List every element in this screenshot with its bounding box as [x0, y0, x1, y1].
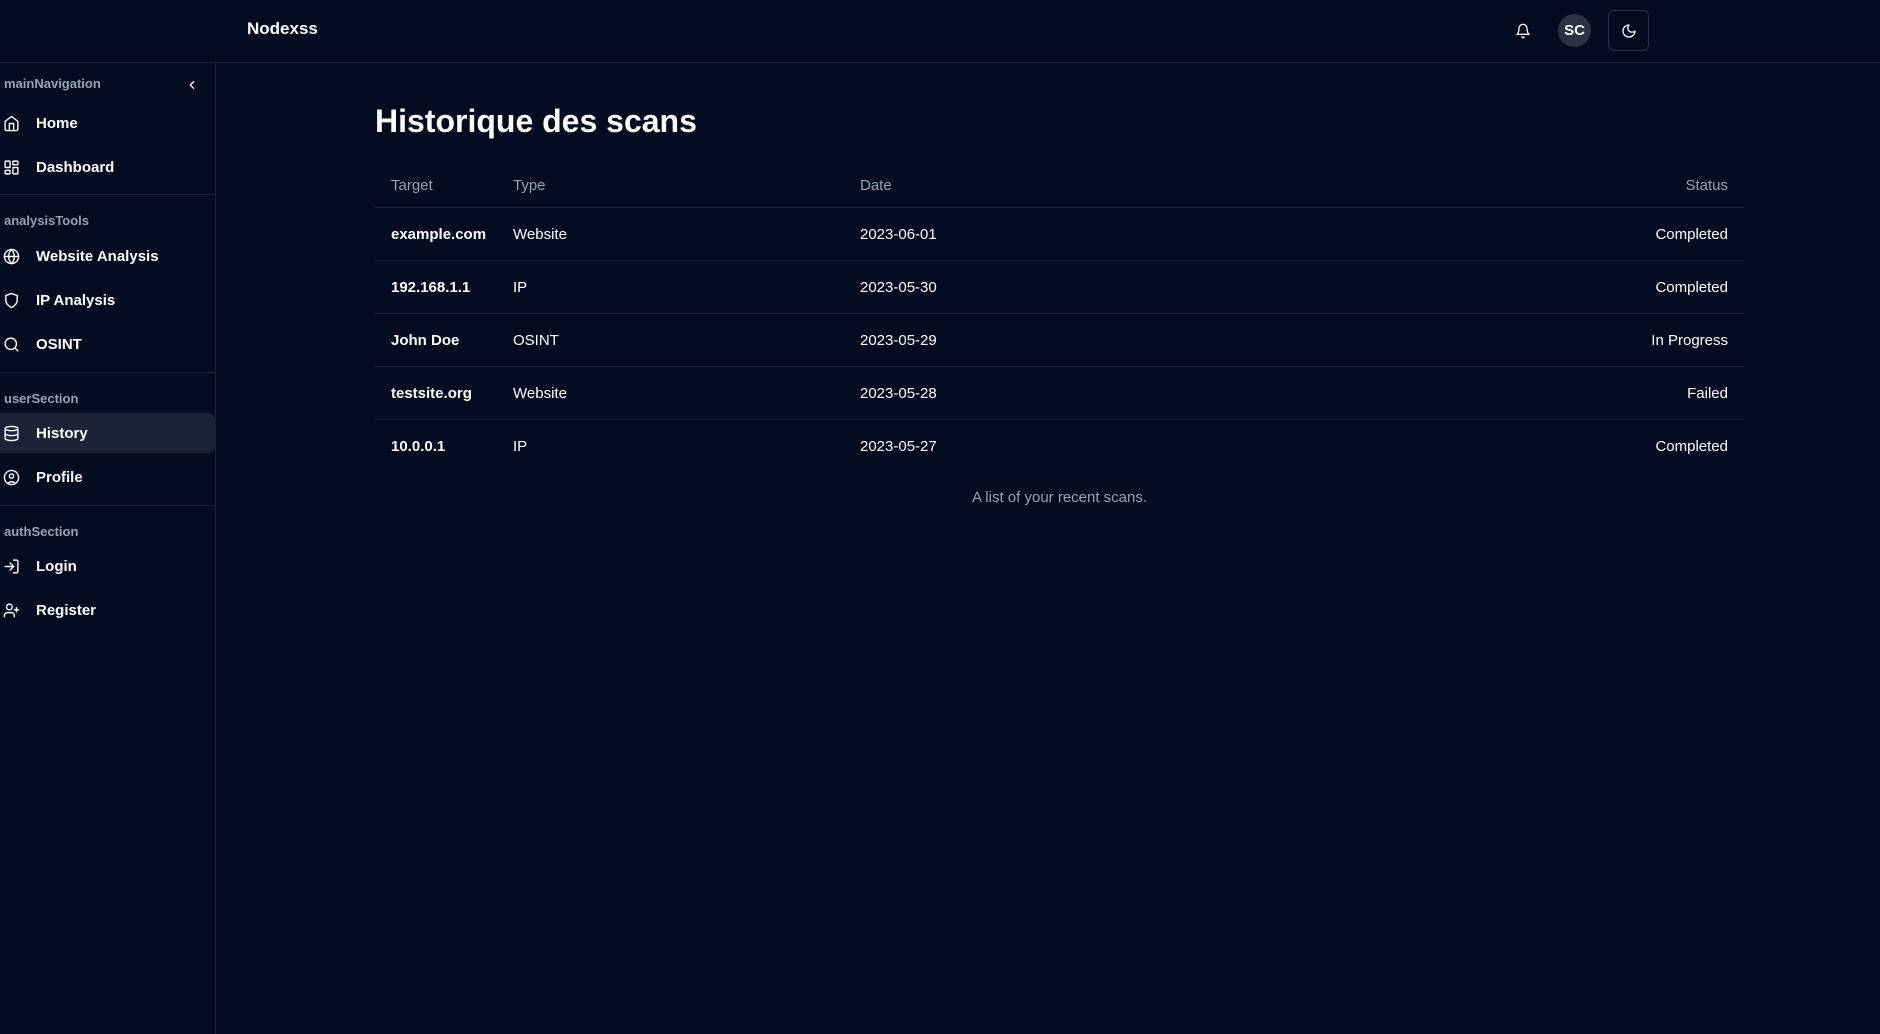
cell-status: Completed: [1655, 226, 1728, 243]
cell-type: Website: [513, 385, 567, 402]
cell-target: testsite.org: [391, 385, 472, 402]
cell-status: Completed: [1655, 438, 1728, 455]
theme-toggle-button[interactable]: [1608, 10, 1649, 51]
table-header-row: Target Type Date Status: [375, 162, 1744, 208]
cell-date: 2023-05-28: [860, 385, 937, 402]
cell-type: Website: [513, 226, 567, 243]
bell-icon: [1515, 23, 1531, 39]
collapse-sidebar-button[interactable]: [180, 73, 204, 97]
column-header-date: Date: [860, 177, 892, 194]
sidebar-item-label: Dashboard: [36, 158, 115, 176]
cell-target: 192.168.1.1: [391, 279, 471, 296]
column-header-target: Target: [391, 177, 433, 194]
sidebar-item-label: Website Analysis: [36, 247, 159, 265]
sidebar-item-label: Home: [36, 114, 78, 132]
sidebar-item-label: History: [36, 424, 88, 442]
section-title-analysis-tools: analysisTools: [4, 213, 90, 228]
avatar[interactable]: SC: [1558, 14, 1591, 47]
column-header-status: Status: [1685, 177, 1728, 194]
sidebar-item-home[interactable]: Home: [0, 103, 215, 143]
sidebar-divider: [0, 194, 215, 195]
sidebar-item-register[interactable]: Register: [0, 590, 215, 630]
home-icon: [3, 115, 21, 133]
cell-date: 2023-06-01: [860, 226, 937, 243]
sidebar-item-osint[interactable]: OSINT: [0, 324, 215, 364]
sidebar-item-dashboard[interactable]: Dashboard: [0, 147, 215, 187]
search-icon: [3, 336, 21, 354]
sidebar-item-profile[interactable]: Profile: [0, 457, 215, 497]
table-row[interactable]: 10.0.0.1 IP 2023-05-27 Completed: [375, 420, 1744, 473]
table-row[interactable]: 192.168.1.1 IP 2023-05-30 Completed: [375, 261, 1744, 314]
cell-date: 2023-05-27: [860, 438, 937, 455]
login-icon: [3, 558, 21, 576]
cell-date: 2023-05-29: [860, 332, 937, 349]
cell-target: example.com: [391, 226, 487, 243]
sidebar-item-label: Login: [36, 557, 77, 575]
sidebar-item-ip-analysis[interactable]: IP Analysis: [0, 280, 215, 320]
dashboard-icon: [3, 159, 21, 177]
cell-type: IP: [513, 438, 528, 455]
page-title: Historique des scans: [375, 103, 697, 139]
cell-status: In Progress: [1651, 332, 1728, 349]
sidebar-item-login[interactable]: Login: [0, 546, 215, 586]
sidebar-item-history[interactable]: History: [0, 413, 215, 453]
cell-target: John Doe: [391, 332, 460, 349]
notifications-button[interactable]: [1502, 10, 1543, 51]
database-icon: [3, 425, 21, 443]
table-caption: A list of your recent scans.: [971, 489, 1148, 506]
section-title-user-section: userSection: [4, 391, 79, 406]
sidebar-item-label: IP Analysis: [36, 291, 116, 309]
sidebar-divider: [0, 372, 215, 373]
section-title-auth-section: authSection: [4, 524, 79, 539]
shield-icon: [3, 292, 21, 310]
scan-history-table: Target Type Date Status example.com Webs…: [375, 162, 1744, 473]
table-row[interactable]: testsite.org Website 2023-05-28 Failed: [375, 367, 1744, 420]
sidebar-item-label: Register: [36, 601, 97, 619]
sidebar-item-label: Profile: [36, 468, 83, 486]
sidebar-item-label: OSINT: [36, 335, 82, 353]
cell-type: IP: [513, 279, 528, 296]
sidebar: mainNavigation Home Dashboard analysisTo…: [0, 63, 216, 1034]
chevron-left-icon: [185, 78, 199, 92]
cell-status: Failed: [1687, 385, 1728, 402]
cell-target: 10.0.0.1: [391, 438, 446, 455]
table-row[interactable]: example.com Website 2023-06-01 Completed: [375, 208, 1744, 261]
table-row[interactable]: John Doe OSINT 2023-05-29 In Progress: [375, 314, 1744, 367]
user-circle-icon: [3, 469, 21, 487]
user-plus-icon: [3, 602, 21, 620]
moon-icon: [1621, 23, 1637, 39]
cell-type: OSINT: [513, 332, 559, 349]
sidebar-item-website-analysis[interactable]: Website Analysis: [0, 236, 215, 276]
cell-status: Completed: [1655, 279, 1728, 296]
brand-name[interactable]: Nodexss: [247, 19, 318, 39]
sidebar-divider: [0, 505, 215, 506]
column-header-type: Type: [513, 177, 546, 194]
top-bar: Nodexss SC: [0, 0, 1880, 63]
cell-date: 2023-05-30: [860, 279, 937, 296]
globe-icon: [3, 248, 21, 266]
section-title-main-navigation: mainNavigation: [4, 76, 101, 91]
